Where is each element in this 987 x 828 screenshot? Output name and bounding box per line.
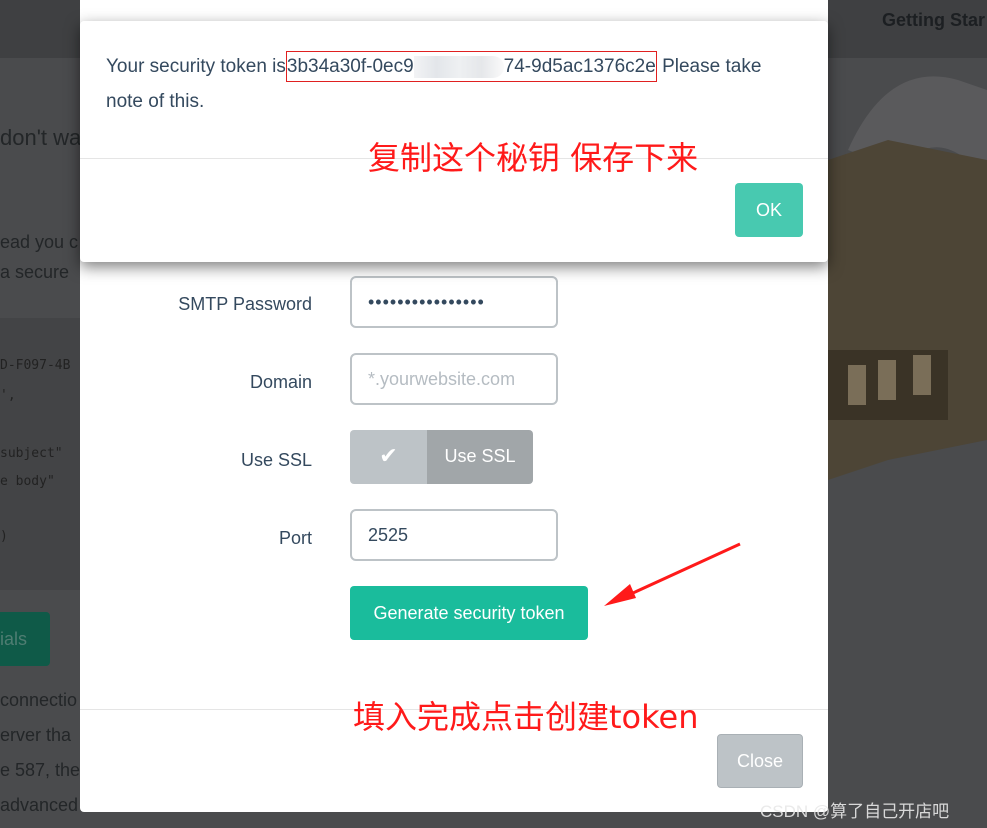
code-line: ) [0, 529, 8, 544]
bg-text: a secure [0, 262, 70, 282]
watermark: CSDN @算了自己开店吧 [760, 802, 950, 821]
arrow-annotation-icon [604, 542, 741, 606]
code-line: e body" [0, 474, 55, 489]
ok-button[interactable]: OK [735, 183, 803, 237]
code-line: ', [0, 388, 16, 403]
bg-text: e 587, the [0, 760, 81, 780]
generate-security-token-button[interactable]: Generate security token [350, 586, 588, 640]
nav-getting-started[interactable]: Getting Star [882, 10, 985, 31]
checkmark-icon: ✔ [350, 430, 427, 484]
smtp-password-input[interactable]: •••••••••••••••• [350, 276, 558, 328]
security-token-alert: Your security token is3b34a30f-0ec9 74-9d… [80, 21, 828, 262]
annotation-fill-and-generate: 填入完成点击创建token [353, 698, 699, 736]
token-message: Your security token is3b34a30f-0ec9 74-9d… [106, 49, 796, 119]
use-ssl-label: Use SSL [240, 450, 312, 470]
bg-credentials-button[interactable]: ials [0, 612, 50, 666]
annotation-copy-token: 复制这个秘钥 保存下来 [368, 139, 699, 177]
port-label: Port [278, 528, 312, 548]
smtp-password-label: SMTP Password [178, 294, 312, 314]
close-button[interactable]: Close [717, 734, 803, 788]
code-line: D-F097-4B [0, 358, 71, 373]
code-line: subject" [0, 446, 63, 461]
token-start: 3b34a30f-0ec9 [286, 56, 414, 77]
token-end: 74-9d5ac1376c2e [503, 56, 656, 77]
use-ssl-toggle-text: Use SSL [427, 430, 533, 484]
domain-input[interactable]: *.yourwebsite.com [350, 353, 558, 405]
bg-text: advanced [0, 795, 79, 815]
redacted-blur [413, 55, 504, 78]
message-prefix: Your security token is [106, 56, 286, 77]
use-ssl-toggle[interactable]: ✔ Use SSL [350, 430, 533, 484]
bg-text: connectio [0, 690, 78, 710]
bg-text: ead you c [0, 232, 79, 252]
bg-text: don't wa [0, 125, 82, 150]
padlock-image [828, 76, 987, 480]
bg-text: erver tha [0, 725, 72, 745]
security-token: 3b34a30f-0ec9 74-9d5ac1376c2e [285, 51, 657, 82]
domain-label: Domain [249, 372, 312, 392]
port-input[interactable]: 2525 [350, 509, 558, 561]
